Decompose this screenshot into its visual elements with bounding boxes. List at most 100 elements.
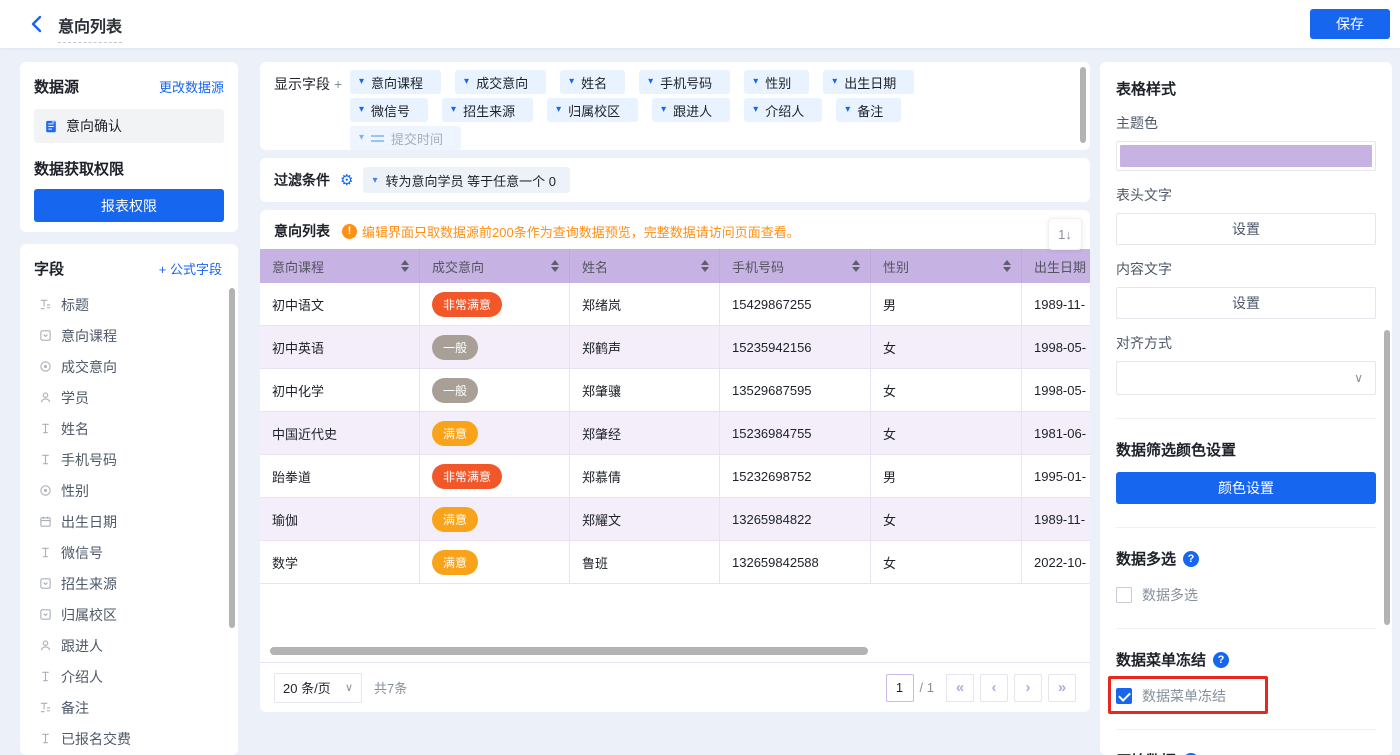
- filter-condition-chip[interactable]: ▾ 转为意向学员 等于任意一个 0: [363, 167, 570, 193]
- menu-freeze-checkbox[interactable]: [1116, 688, 1132, 704]
- display-field-chip[interactable]: ▾姓名: [560, 70, 625, 94]
- pagination-prev-button[interactable]: ‹: [980, 674, 1008, 702]
- sort-asc-icon: [551, 260, 559, 265]
- field-item[interactable]: 出生日期: [34, 506, 228, 537]
- field-item[interactable]: 介绍人: [34, 661, 228, 692]
- column-header[interactable]: 姓名: [570, 249, 720, 283]
- intent-badge: 一般: [432, 378, 478, 403]
- help-icon[interactable]: ?: [1213, 652, 1229, 668]
- display-field-chip[interactable]: ▾备注: [836, 98, 901, 122]
- display-field-chip[interactable]: ▾性别: [744, 70, 809, 94]
- theme-color-picker[interactable]: [1116, 141, 1376, 171]
- datasource-item[interactable]: 意向确认: [34, 109, 224, 143]
- display-field-chip-label: 介绍人: [765, 101, 804, 120]
- sort-icons[interactable]: [701, 260, 709, 272]
- intent-badge: 非常满意: [432, 464, 502, 489]
- align-select[interactable]: ∨: [1116, 361, 1376, 395]
- style-panel-scrollbar[interactable]: [1384, 330, 1390, 625]
- field-item[interactable]: 标题: [34, 289, 228, 320]
- field-item[interactable]: 意向课程: [34, 320, 228, 351]
- text-icon: [38, 453, 52, 467]
- help-icon[interactable]: ?: [1183, 551, 1199, 567]
- column-header[interactable]: 成交意向: [420, 249, 570, 283]
- page-size-select[interactable]: 20 条/页 ∨: [274, 673, 362, 703]
- column-header[interactable]: 出生日期: [1022, 249, 1090, 283]
- field-item-label: 性别: [61, 481, 89, 501]
- sort-asc-icon: [1003, 260, 1011, 265]
- table-row[interactable]: 瑜伽满意郑耀文13265984822女1989-11-: [260, 498, 1090, 541]
- display-field-chip[interactable]: ▾跟进人: [652, 98, 730, 122]
- table-row[interactable]: 中国近代史满意郑肇经15236984755女1981-06-: [260, 412, 1090, 455]
- display-field-chip[interactable]: ▾招生来源: [442, 98, 533, 122]
- field-item[interactable]: 姓名: [34, 413, 228, 444]
- select-icon: [38, 329, 52, 343]
- page-number-input[interactable]: 1: [886, 674, 914, 702]
- color-settings-button[interactable]: 颜色设置: [1116, 472, 1376, 504]
- field-item[interactable]: 已报名交费: [34, 723, 228, 754]
- intent-badge: 满意: [432, 550, 478, 575]
- pagination-last-button[interactable]: »: [1048, 674, 1076, 702]
- display-field-chip[interactable]: ▾意向课程: [350, 70, 441, 94]
- add-display-field-icon[interactable]: +: [334, 76, 342, 92]
- horizontal-scrollbar[interactable]: [270, 647, 868, 655]
- field-item[interactable]: 跟进人: [34, 630, 228, 661]
- chevron-down-icon: ∨: [345, 681, 353, 694]
- plus-icon: +: [159, 262, 167, 277]
- table-style-title: 表格样式: [1116, 78, 1376, 99]
- field-item[interactable]: 成交意向: [34, 351, 228, 382]
- table-cell: 郑耀文: [570, 498, 720, 540]
- report-permission-button[interactable]: 报表权限: [34, 189, 224, 222]
- table-row[interactable]: 初中英语一般郑鹤声15235942156女1998-05-: [260, 326, 1090, 369]
- display-field-chip[interactable]: ▾介绍人: [744, 98, 822, 122]
- display-field-chip[interactable]: ▾成交意向: [455, 70, 546, 94]
- display-field-chip-disabled[interactable]: ▾提交时间: [350, 126, 461, 150]
- table-row[interactable]: 跆拳道非常满意郑慕倩15232698752男1995-01-: [260, 455, 1090, 498]
- pagination-next-button[interactable]: ›: [1014, 674, 1042, 702]
- sort-order-icon[interactable]: 1↓: [1048, 218, 1082, 250]
- field-item[interactable]: 学员: [34, 382, 228, 413]
- column-header[interactable]: 性别: [871, 249, 1022, 283]
- table-cell: 瑜伽: [260, 498, 420, 540]
- gear-icon[interactable]: ⚙: [340, 173, 353, 188]
- sort-icons[interactable]: [852, 260, 860, 272]
- field-item[interactable]: 性别: [34, 475, 228, 506]
- header-text-settings-button[interactable]: 设置: [1116, 213, 1376, 245]
- title-icon: [38, 298, 52, 312]
- body-text-settings-button[interactable]: 设置: [1116, 287, 1376, 319]
- sort-icons[interactable]: [551, 260, 559, 272]
- change-datasource-link[interactable]: 更改数据源: [159, 77, 224, 96]
- pagination-first-button[interactable]: «: [946, 674, 974, 702]
- column-header-label: 出生日期: [1034, 257, 1086, 276]
- save-button[interactable]: 保存: [1310, 9, 1390, 39]
- display-field-chip[interactable]: ▾手机号码: [639, 70, 730, 94]
- column-header[interactable]: 意向课程: [260, 249, 420, 283]
- add-formula-field-link[interactable]: + 公式字段: [159, 259, 222, 278]
- sort-icons[interactable]: [401, 260, 409, 272]
- field-item-label: 手机号码: [61, 450, 117, 470]
- table-body: 初中语文非常满意郑绪岚15429867255男1989-11-初中英语一般郑鹤声…: [260, 283, 1090, 584]
- table-style-panel: 表格样式 主题色 表头文字 设置 内容文字 设置 对齐方式 ∨ 数据筛选颜色设置…: [1100, 62, 1392, 755]
- field-item[interactable]: 招生来源: [34, 568, 228, 599]
- display-field-chip[interactable]: ▾出生日期: [823, 70, 914, 94]
- multi-select-checkbox[interactable]: [1116, 587, 1132, 603]
- field-item[interactable]: 归属校区: [34, 599, 228, 630]
- display-fields-scrollbar[interactable]: [1080, 67, 1086, 143]
- field-item[interactable]: 微信号: [34, 537, 228, 568]
- field-item[interactable]: 备注: [34, 692, 228, 723]
- table-row[interactable]: 初中化学一般郑肇骧13529687595女1998-05-: [260, 369, 1090, 412]
- table-row[interactable]: 初中语文非常满意郑绪岚15429867255男1989-11-: [260, 283, 1090, 326]
- table-title: 意向列表: [274, 221, 330, 241]
- divider: [1116, 729, 1376, 730]
- field-item[interactable]: 手机号码: [34, 444, 228, 475]
- back-icon[interactable]: [28, 14, 48, 34]
- display-field-chip[interactable]: ▾微信号: [350, 98, 428, 122]
- field-item-label: 成交意向: [61, 357, 117, 377]
- column-header[interactable]: 手机号码: [720, 249, 871, 283]
- display-field-chip[interactable]: ▾归属校区: [547, 98, 638, 122]
- table-row[interactable]: 数学满意鲁班132659842588女2022-10-: [260, 541, 1090, 584]
- display-field-chip-label: 归属校区: [568, 101, 620, 120]
- display-field-chip-label: 姓名: [581, 73, 607, 92]
- sort-icons[interactable]: [1003, 260, 1011, 272]
- fields-scrollbar[interactable]: [229, 288, 235, 628]
- table-cell: 满意: [420, 498, 570, 540]
